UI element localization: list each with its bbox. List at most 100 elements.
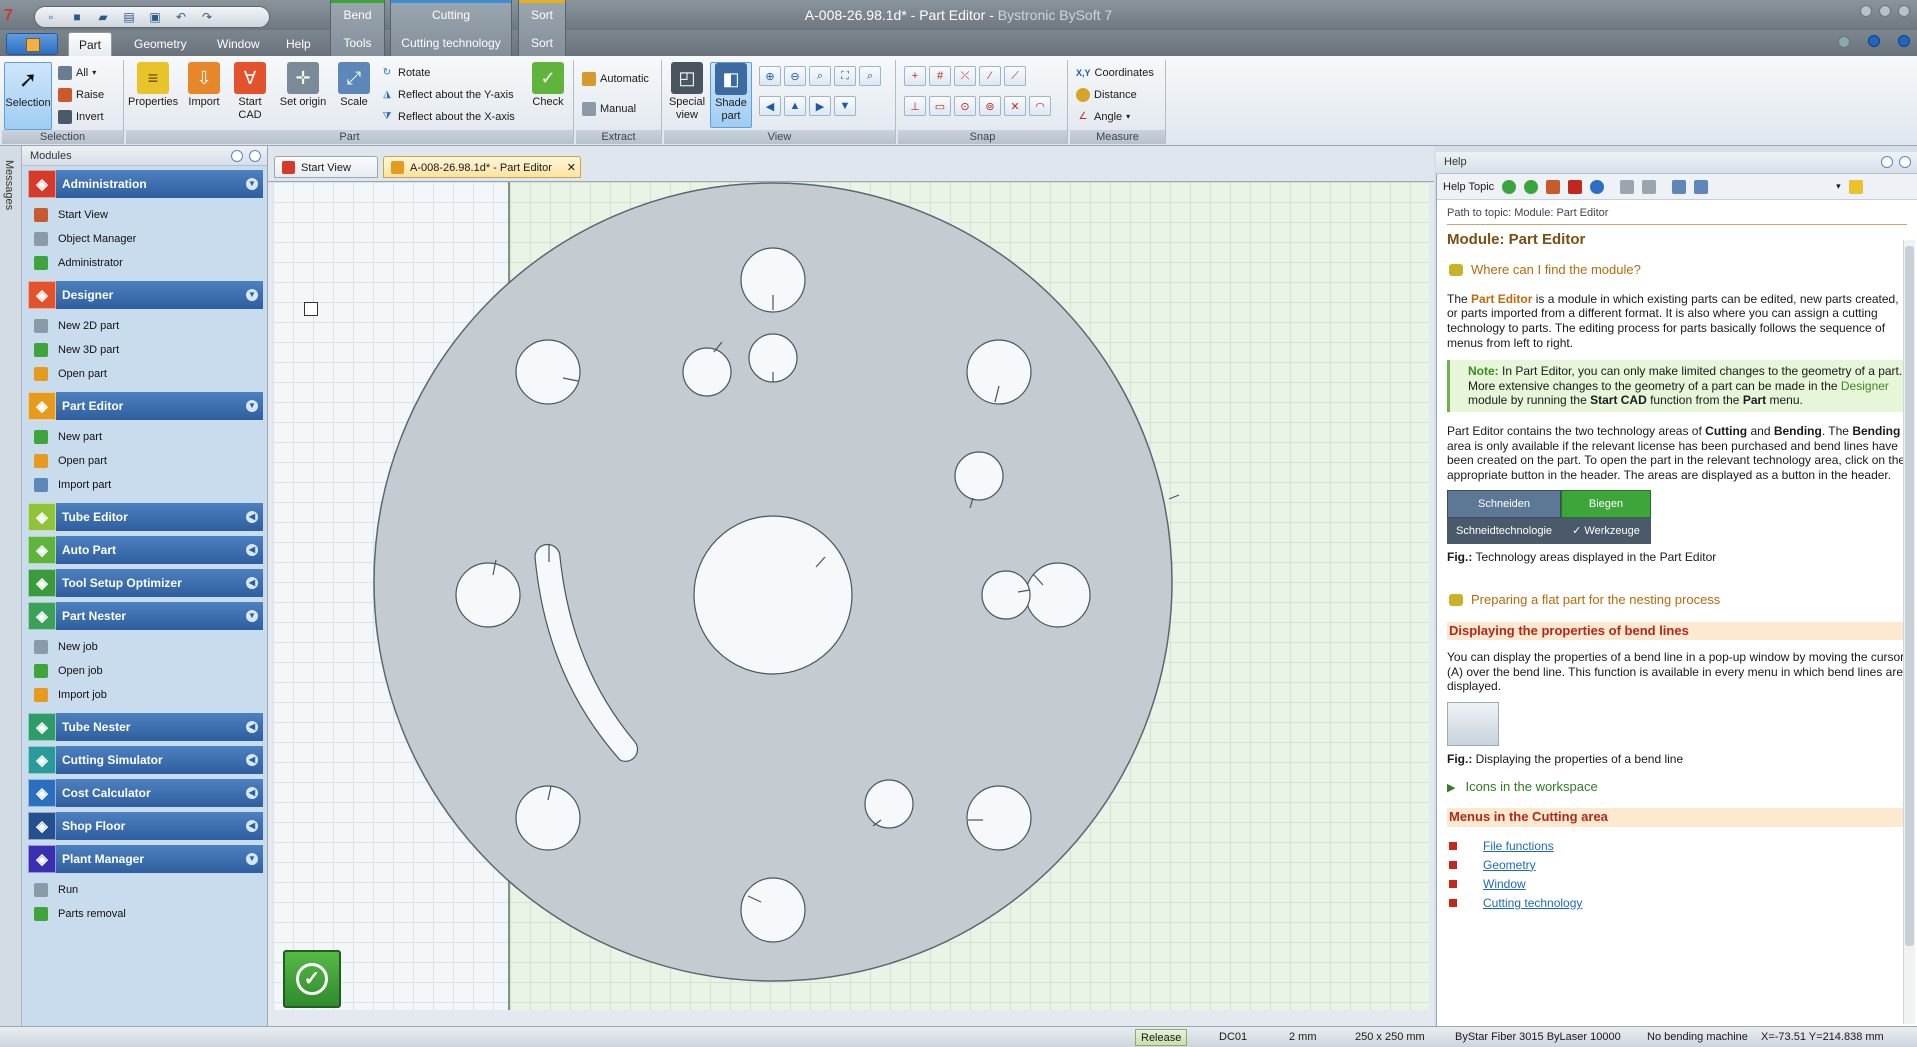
module-item[interactable]: New 2D part [34,314,263,338]
preparing-flat-part-link[interactable]: Preparing a flat part for the nesting pr… [1449,592,1907,608]
module-item[interactable]: Run [34,878,263,902]
menu-link[interactable]: File functions [1483,839,1554,854]
module-item[interactable]: New job [34,635,263,659]
menu-link-item[interactable]: Window [1447,875,1907,894]
tab-help[interactable]: Help [276,32,321,56]
pan-left-icon[interactable]: ◀ [759,96,781,116]
zoom-fit-icon[interactable]: ⛶ [834,66,856,86]
bend-line-thumbnail[interactable] [1447,701,1499,746]
special-view-button[interactable]: ◰ Special view [666,62,708,122]
select-all-button[interactable]: All ▾ [58,64,96,82]
messages-panel-tab[interactable]: Messages [0,146,22,1026]
import-button[interactable]: ⇩ Import [182,62,226,109]
expand-icon[interactable]: ◀ [246,577,258,589]
back-icon[interactable] [1502,179,1517,194]
shade-part-button[interactable]: ◧ Shade part [710,62,752,128]
module-tube-nester[interactable]: ◈ Tube Nester ◀ [28,713,263,741]
info-icon[interactable] [1868,35,1880,47]
tab-cutting-technology[interactable]: Cutting technology [391,30,511,56]
maximize-button[interactable] [1879,5,1891,17]
tab-sort[interactable]: Sort [519,30,565,56]
module-designer[interactable]: ◈ Designer ▼ [28,281,263,309]
module-tool-setup-optimizer[interactable]: ◈ Tool Setup Optimizer ◀ [28,569,263,597]
snap-rectangle-icon[interactable]: ▭ [929,96,951,116]
snap-endpoint-icon[interactable]: ⁄ [979,66,1001,86]
automatic-button[interactable]: Automatic [582,70,649,88]
pan-right-icon[interactable]: ▶ [809,96,831,116]
module-plant-manager[interactable]: ◈ Plant Manager ▼ [28,845,263,873]
tab-tools[interactable]: Tools [331,30,384,56]
coordinates-button[interactable]: X,Y Coordinates [1076,64,1154,82]
collapse-icon[interactable]: ▼ [246,289,258,301]
dropdown-chevron-icon[interactable]: ▾ [1836,181,1841,192]
doc-tab-start-view[interactable]: Start View [274,156,378,178]
zoom-previous-icon[interactable]: ⌕ [859,66,881,86]
search-help-icon[interactable] [1848,179,1863,194]
reflect-y-button[interactable]: ◮ Reflect about the Y-axis [380,86,513,104]
icons-workspace-link[interactable]: ▶ Icons in the workspace [1447,780,1907,796]
module-cutting-simulator[interactable]: ◈ Cutting Simulator ◀ [28,746,263,774]
snap-perpendicular-icon[interactable]: ⊥ [904,96,926,116]
start-cad-button[interactable]: ∀ Start CAD [228,62,272,122]
module-item[interactable]: Import job [34,683,263,707]
menu-link-item[interactable]: Geometry [1447,856,1907,875]
invert-button[interactable]: Invert [58,108,104,126]
menu-link[interactable]: Window [1483,877,1526,892]
panel-close-icon[interactable] [249,150,261,162]
expand-icon[interactable]: ◀ [246,820,258,832]
help-scrollbar[interactable] [1903,240,1915,1024]
refresh-icon[interactable] [1590,179,1605,194]
pan-up-icon[interactable]: ▲ [784,96,806,116]
expand-icon[interactable]: ◀ [246,544,258,556]
snap-center-icon[interactable]: ⊙ [954,96,976,116]
module-item[interactable]: Open part [34,449,263,473]
reflect-x-button[interactable]: ⧩ Reflect about the X-axis [380,108,515,126]
menu-link[interactable]: Geometry [1483,858,1536,873]
menu-link-item[interactable]: Cutting technology [1447,894,1907,913]
contents-icon[interactable] [1672,179,1687,194]
home-icon[interactable] [1546,179,1561,194]
module-item[interactable]: Object Manager [34,227,263,251]
module-auto-part[interactable]: ◈ Auto Part ◀ [28,536,263,564]
snap-intersection-icon[interactable]: ✕ [1004,96,1026,116]
zoom-window-icon[interactable]: ⌕ [809,66,831,86]
expand-icon[interactable]: ◀ [246,787,258,799]
module-item[interactable]: New part [34,425,263,449]
minimize-button[interactable] [1860,5,1872,17]
rotate-button[interactable]: ↻ Rotate [380,64,431,82]
module-shop-floor[interactable]: ◈ Shop Floor ◀ [28,812,263,840]
tab-window[interactable]: Window [207,32,270,56]
tab-geometry[interactable]: Geometry [124,32,197,56]
collapse-icon[interactable]: ▼ [246,400,258,412]
module-item[interactable]: Open part [34,362,263,386]
expand-icon[interactable]: ◀ [246,754,258,766]
module-item[interactable]: Parts removal [34,902,263,926]
module-item[interactable]: Open job [34,659,263,683]
help-icon[interactable] [1898,35,1910,47]
stop-icon[interactable] [1568,179,1583,194]
menu-link[interactable]: Cutting technology [1483,896,1582,911]
snap-grid-icon[interactable]: # [929,66,951,86]
module-item[interactable]: Start View [34,203,263,227]
distance-button[interactable]: Distance [1076,86,1137,104]
module-item[interactable]: Import part [34,473,263,497]
expand-icon[interactable]: ◀ [246,511,258,523]
application-menu-button[interactable] [6,33,58,55]
help-pin-icon[interactable] [1881,156,1893,168]
drawing-canvas[interactable] [273,182,1429,1010]
snap-tangent-icon[interactable]: ◠ [1029,96,1051,116]
pan-down-icon[interactable]: ▼ [834,96,856,116]
zoom-out-icon[interactable]: ⊖ [784,66,806,86]
close-tab-icon[interactable]: ✕ [567,157,576,179]
module-part-editor[interactable]: ◈ Part Editor ▼ [28,392,263,420]
where-find-module-link[interactable]: Where can I find the module? [1449,263,1907,278]
check-button[interactable]: ✓ Check [526,62,570,109]
zoom-in-icon[interactable]: ⊕ [759,66,781,86]
module-cost-calculator[interactable]: ◈ Cost Calculator ◀ [28,779,263,807]
set-origin-button[interactable]: ✛ Set origin [278,62,328,109]
collapse-icon[interactable]: ▼ [246,178,258,190]
selection-button[interactable]: ➚ Selection [4,62,52,130]
angle-button[interactable]: ∠ Angle ▾ [1076,108,1131,126]
forward-icon[interactable] [1524,179,1539,194]
manual-button[interactable]: Manual [582,100,636,118]
